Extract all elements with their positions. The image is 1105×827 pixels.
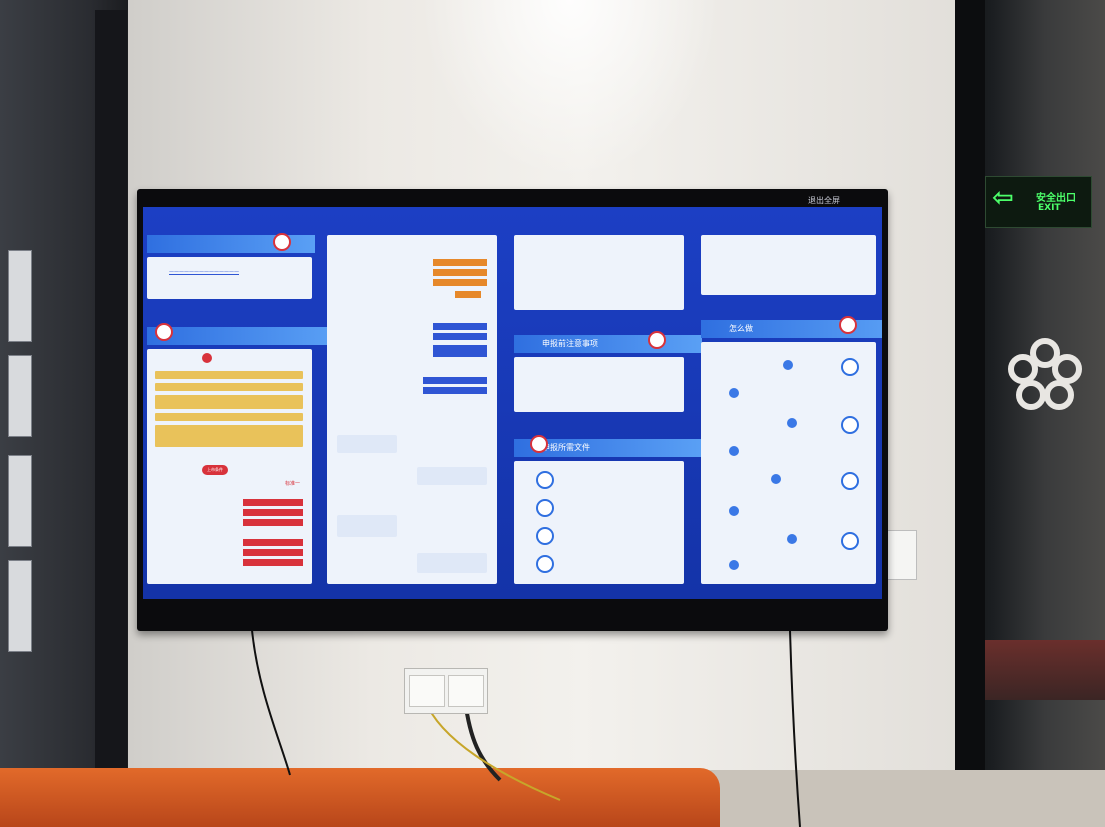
link-text[interactable]: —————————————— (169, 269, 239, 275)
step-pill (729, 560, 739, 570)
value-tag (433, 259, 487, 266)
process-panel (701, 342, 876, 584)
info-panel: —————————————— (147, 257, 312, 299)
conditions-panel: 上市条件 标准一 (147, 349, 312, 584)
document-icon (536, 471, 554, 489)
mascot-icon (839, 316, 857, 334)
icon-card (417, 467, 487, 485)
step-pill (787, 534, 797, 544)
value-tag (243, 539, 303, 546)
socket-right (448, 675, 484, 707)
condition-bar (155, 383, 303, 391)
value-tag (423, 387, 487, 394)
panel-header: 申报前注意事项 (514, 335, 702, 353)
value-tag (243, 549, 303, 556)
section-pill (202, 353, 212, 363)
mascot-icon (530, 435, 548, 453)
value-tag (423, 377, 487, 384)
mascot-icon (273, 233, 291, 251)
wall-outlet (404, 668, 488, 714)
document-icon (536, 555, 554, 573)
step-icon (841, 358, 859, 376)
step-pill (783, 360, 793, 370)
wall-plate (887, 530, 917, 580)
mascot-icon (155, 323, 173, 341)
step-pill (787, 418, 797, 428)
step-pill (729, 388, 739, 398)
condition-bar (155, 425, 303, 447)
value-tag (433, 279, 487, 286)
section-title-pill: 上市条件 (202, 465, 228, 475)
standards-panel (327, 235, 497, 584)
value-tag (433, 323, 487, 330)
socket-left (409, 675, 445, 707)
standard-label: 标准一 (285, 481, 301, 487)
precautions-panel (514, 357, 684, 412)
exit-fullscreen-button[interactable]: 退出全屏 (808, 195, 840, 206)
value-tag (433, 333, 487, 340)
icon-card (417, 553, 487, 573)
step-icon (841, 416, 859, 434)
notice-panel (514, 235, 684, 310)
step-pill (729, 506, 739, 516)
documents-panel (514, 461, 684, 584)
icon-card (337, 435, 397, 453)
condition-bar (155, 395, 303, 409)
value-tag (243, 519, 303, 526)
step-icon (841, 472, 859, 490)
value-tag (433, 345, 487, 357)
document-icon (536, 499, 554, 517)
step-pill (729, 446, 739, 456)
value-tag (243, 559, 303, 566)
document-icon (536, 527, 554, 545)
value-tag (243, 509, 303, 516)
tv-screen: —————————————— 上市条件 标准一 申报前注意事项 申报所需文件 怎… (143, 207, 882, 599)
step-pill (771, 474, 781, 484)
value-tag (243, 499, 303, 506)
step-icon (841, 532, 859, 550)
value-tag (433, 269, 487, 276)
panel-header (147, 327, 335, 345)
contact-panel (701, 235, 876, 295)
value-tag (455, 291, 481, 298)
icon-card (337, 515, 397, 537)
condition-bar (155, 413, 303, 421)
mascot-icon (648, 331, 666, 349)
condition-bar (155, 371, 303, 379)
